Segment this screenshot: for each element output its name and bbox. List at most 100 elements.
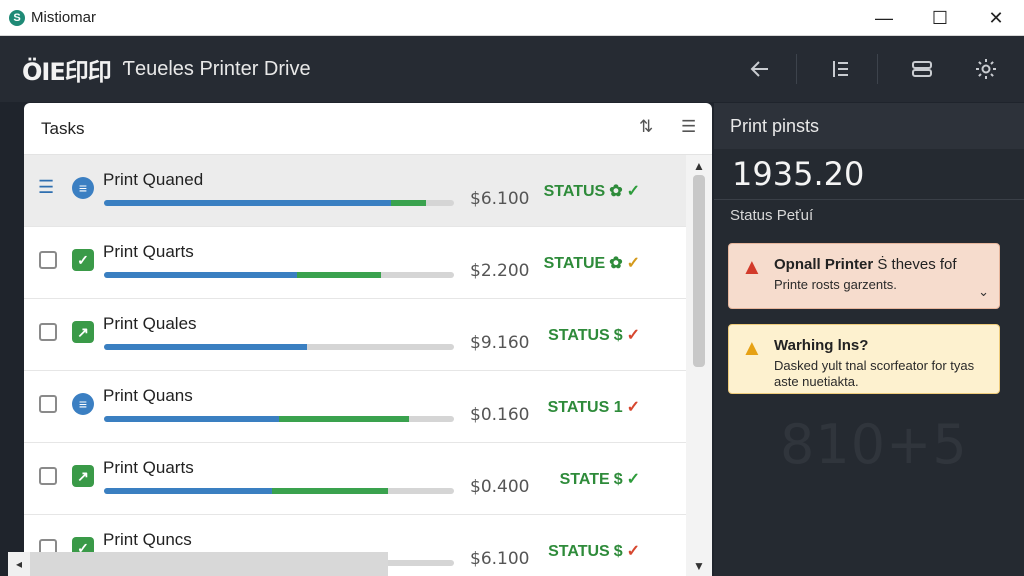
progress-fill-blue [104,272,297,278]
menu-icon[interactable]: ☰ [681,117,696,137]
task-progress-bar [104,416,454,422]
scroll-left-icon[interactable]: ◂ [8,552,30,576]
task-price: $9.160 [470,333,530,353]
status-glyph: ✿ [609,183,623,200]
scroll-thumb[interactable] [693,175,705,367]
brand-logo: ÖIE印印 [22,57,112,86]
chart-up-icon: ↗ [72,321,94,343]
warning-alert-body: Dasked yult tnal scorfeator for tyas ast… [774,358,975,389]
status-glyph: $ [613,543,623,560]
task-name: Print Quarts [103,242,194,261]
progress-fill-green [296,272,381,278]
row-checkbox[interactable] [39,395,57,413]
progress-fill-blue [104,200,391,206]
chevron-down-icon[interactable]: ⌄ [978,284,989,300]
task-row[interactable]: ☰ ≡ Print Quaned $6.100 STATUS ✿ ✓ [24,155,686,227]
status-text: STATUS [548,327,610,344]
progress-fill-green [279,416,409,422]
task-name: Print Quans [103,386,193,405]
task-price: $0.160 [470,405,530,425]
task-price: $6.100 [470,189,530,209]
background-watermark: 810+5 [780,413,968,476]
tasks-header: Tasks ⇅ ☰ [24,103,712,155]
settings-icon[interactable] [966,49,1006,89]
back-arrow-icon[interactable] [740,49,780,89]
app-logo-icon: S [9,9,25,26]
warning-alert-title: Warhing lns? [774,337,869,354]
horizontal-scrollbar[interactable]: ◂ [8,552,388,576]
task-progress-bar [104,200,454,206]
close-button[interactable]: ✕ [968,0,1024,36]
vertical-scrollbar[interactable]: ▲ ▼ [686,155,712,576]
status-glyph: $ [613,327,623,344]
status-section-label: Status Peťuí [730,207,814,224]
task-status: STATUS $ ✓ [548,325,640,345]
window-title: Mistiomar [31,9,97,26]
print-points-panel: Print pinsts 1935.20 Status Peťuí ▲ Opna… [714,103,1024,576]
list-view-icon[interactable] [821,49,861,89]
task-status: STATUS ✿ ✓ [544,181,640,201]
chart-up-icon: ↗ [72,465,94,487]
task-name: Print Quaned [103,170,204,189]
status-text: STATUE [543,255,606,272]
status-check-icon: ✓ [626,255,640,272]
task-price: $0.400 [470,477,530,497]
task-row[interactable]: ↗ Print Quarts $0.400 STATE $ ✓ [24,443,686,515]
progress-fill-green [272,488,388,494]
tasks-panel: Tasks ⇅ ☰ ☰ ≡ Print Quaned $6.100 STATUS ✿ ✓ ✓ P… [24,103,712,576]
panel-divider [714,199,1024,200]
header-divider [877,54,878,84]
warning-triangle-icon: ▲ [741,335,763,360]
stack-icon: ≡ [72,393,94,415]
maximize-button[interactable]: ☐ [912,0,968,36]
list-handle-icon[interactable]: ☰ [38,177,54,198]
tasks-title: Tasks [41,118,85,138]
print-points-title: Print pinsts [730,115,820,136]
task-price: $2.200 [470,261,530,281]
task-status: STATUS $ ✓ [548,541,640,561]
status-check-icon: ✓ [626,399,640,416]
panel-view-icon[interactable] [902,49,942,89]
task-name: Print Quarts [103,458,194,477]
warning-alert[interactable]: ▲ Warhing lns? Dasked yult tnal scorfeat… [728,324,1000,394]
progress-fill-blue [104,488,272,494]
status-text: STATUS [548,543,610,560]
row-checkbox[interactable] [39,323,57,341]
task-status: STATUS 1 ✓ [548,397,640,417]
scroll-up-icon[interactable]: ▲ [693,159,705,173]
filter-icon[interactable]: ⇅ [639,117,653,137]
error-alert[interactable]: ▲ Opnall Printer Ṡ theves fof Printe ros… [728,243,1000,309]
task-name: Print Quales [103,314,197,333]
window-controls: — ☐ ✕ [856,0,1024,36]
error-alert-title: Opnall Printer Ṡ theves fof [774,256,957,273]
task-progress-bar [104,272,454,278]
scroll-down-icon[interactable]: ▼ [693,559,705,573]
task-status: STATE $ ✓ [560,469,640,489]
status-check-icon: ✓ [626,183,640,200]
status-check-icon: ✓ [626,471,640,488]
task-status: STATUE ✿ ✓ [544,253,640,273]
app-header: ÖIE印印 Ƭeueles Printer Drive [0,36,1024,102]
task-row[interactable]: ↗ Print Quales $9.160 STATUS $ ✓ [24,299,686,371]
progress-fill-blue [104,416,279,422]
row-checkbox[interactable] [39,251,57,269]
status-text: STATUS 1 [547,399,623,416]
task-price: $6.100 [470,549,530,569]
task-row[interactable]: ≡ Print Quans $0.160 STATUS 1 ✓ [24,371,686,443]
minimize-button[interactable]: — [856,0,912,36]
error-alert-body: Printe rosts garzents. [774,277,897,292]
error-triangle-icon: ▲ [741,254,763,279]
print-points-header: Print pinsts [714,103,1024,149]
status-check-icon: ✓ [626,327,640,344]
status-check-icon: ✓ [626,543,640,560]
app-name: Ƭeueles Printer Drive [122,57,311,80]
task-progress-bar [104,344,454,350]
progress-fill-blue [104,344,307,350]
total-value: 1935.20 [732,155,865,193]
database-icon: ≡ [72,177,94,199]
header-toolbar [716,36,1006,102]
row-checkbox[interactable] [39,467,57,485]
task-progress-bar [104,488,454,494]
task-row[interactable]: ✓ Print Quarts $2.200 STATUE ✿ ✓ [24,227,686,299]
status-text: STATE [559,471,610,488]
